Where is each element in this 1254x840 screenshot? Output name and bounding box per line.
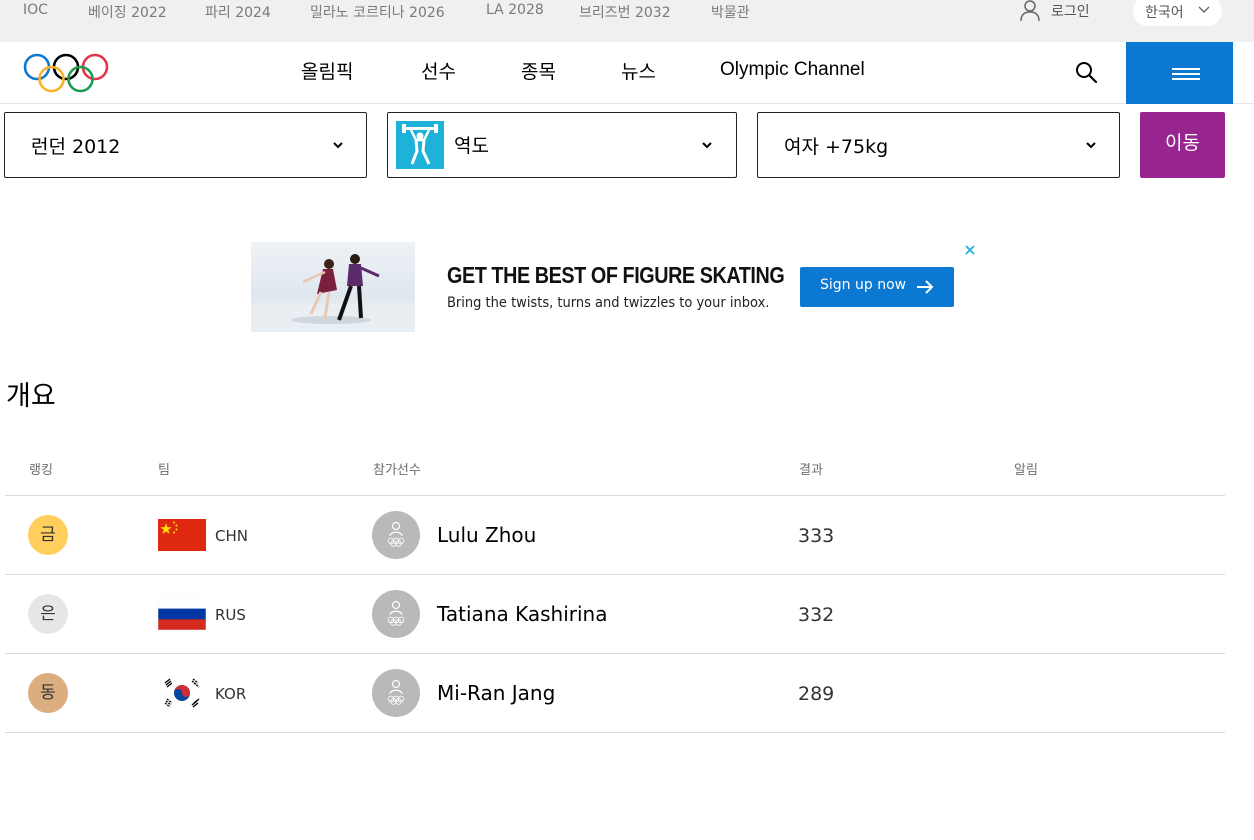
table-row[interactable]: 은 RUS Tatiana Kashirina 332 (5, 575, 1225, 654)
result-value: 332 (798, 604, 835, 626)
sport-select[interactable]: 역도 (387, 112, 737, 178)
chevron-down-icon (333, 142, 343, 149)
event-select[interactable]: 여자 +75kg (757, 112, 1120, 178)
games-select[interactable]: 런던 2012 (4, 112, 367, 178)
nav-sports[interactable]: 종목 (521, 57, 556, 84)
table-row[interactable]: 금 CHN Lulu Zhou 333 (5, 496, 1225, 575)
result-value: 289 (798, 683, 835, 705)
olympic-rings-logo[interactable] (22, 52, 112, 94)
topbar-link-milano-cortina-2026[interactable]: 밀라노 코르티나 2026 (310, 2, 445, 22)
column-header-notes: 알림 (1014, 463, 1038, 478)
athlete-placeholder-icon (387, 521, 405, 547)
nav-olympics[interactable]: 올림픽 (301, 57, 353, 84)
table-row[interactable]: 동 KOR Mi-Ran Jang 289 (5, 654, 1225, 733)
gold-medal-badge: 금 (28, 515, 68, 555)
result-value: 333 (798, 525, 835, 547)
athlete-placeholder-icon (387, 600, 405, 626)
ad-subtitle: Bring the twists, turns and twizzles to … (447, 295, 770, 311)
go-button[interactable]: 이동 (1140, 112, 1225, 178)
topbar-link-beijing-2022[interactable]: 베이징 2022 (88, 2, 167, 22)
athlete-name[interactable]: Tatiana Kashirina (437, 602, 608, 626)
team-code: KOR (215, 685, 247, 703)
topbar-link-la-2028[interactable]: LA 2028 (486, 2, 544, 18)
topbar-link-paris-2024[interactable]: 파리 2024 (205, 2, 271, 22)
weightlifting-icon (396, 121, 444, 169)
athlete-avatar (372, 669, 420, 717)
chevron-down-icon (702, 142, 712, 149)
russia-flag-icon (158, 598, 206, 630)
bronze-medal-badge: 동 (28, 673, 68, 713)
language-label: 한국어 (1145, 5, 1184, 21)
event-select-value: 여자 +75kg (784, 136, 889, 158)
nav-news[interactable]: 뉴스 (621, 57, 656, 84)
athlete-avatar (372, 511, 420, 559)
chevron-down-icon (1086, 142, 1096, 149)
utility-bar: IOC 베이징 2022 파리 2024 밀라노 코르티나 2026 LA 20… (0, 0, 1254, 42)
team-code: CHN (215, 527, 248, 545)
nav-athletes[interactable]: 선수 (421, 57, 456, 84)
login-link[interactable]: 로그인 (1051, 1, 1090, 21)
topbar-link-ioc[interactable]: IOC (23, 2, 48, 18)
ad-title: GET THE BEST OF FIGURE SKATING (447, 262, 785, 288)
topbar-link-brisbane-2032[interactable]: 브리즈번 2032 (579, 2, 671, 22)
ad-signup-button[interactable]: Sign up now (800, 267, 954, 307)
user-icon[interactable] (1020, 0, 1040, 22)
team-code: RUS (215, 606, 246, 624)
figure-skating-ad-image[interactable] (251, 242, 415, 332)
arrow-right-icon (917, 280, 934, 294)
games-select-value: 런던 2012 (31, 136, 121, 158)
column-header-athlete: 참가선수 (373, 463, 421, 478)
south-korea-flag-icon (158, 677, 206, 709)
sport-select-value: 역도 (454, 135, 489, 157)
topbar-link-museum[interactable]: 박물관 (711, 2, 750, 22)
nav-olympic-channel[interactable]: Olympic Channel (720, 59, 865, 81)
china-flag-icon (158, 519, 206, 551)
column-header-team: 팀 (158, 463, 170, 478)
athlete-name[interactable]: Lulu Zhou (437, 523, 536, 547)
section-title: 개요 (6, 381, 56, 412)
language-selector[interactable]: 한국어 (1133, 0, 1222, 26)
chevron-down-icon (1198, 6, 1210, 13)
main-navigation: 올림픽 선수 종목 뉴스 Olympic Channel (0, 42, 1254, 104)
hamburger-icon (1172, 68, 1200, 80)
athlete-placeholder-icon (387, 679, 405, 705)
menu-button[interactable] (1126, 42, 1233, 104)
search-icon[interactable] (1074, 60, 1100, 86)
ad-signup-label: Sign up now (820, 277, 907, 293)
column-header-result: 결과 (799, 463, 823, 478)
close-icon[interactable] (964, 244, 976, 256)
athlete-avatar (372, 590, 420, 638)
column-header-rank: 랭킹 (29, 463, 53, 478)
silver-medal-badge: 은 (28, 594, 68, 634)
athlete-name[interactable]: Mi-Ran Jang (437, 681, 555, 705)
